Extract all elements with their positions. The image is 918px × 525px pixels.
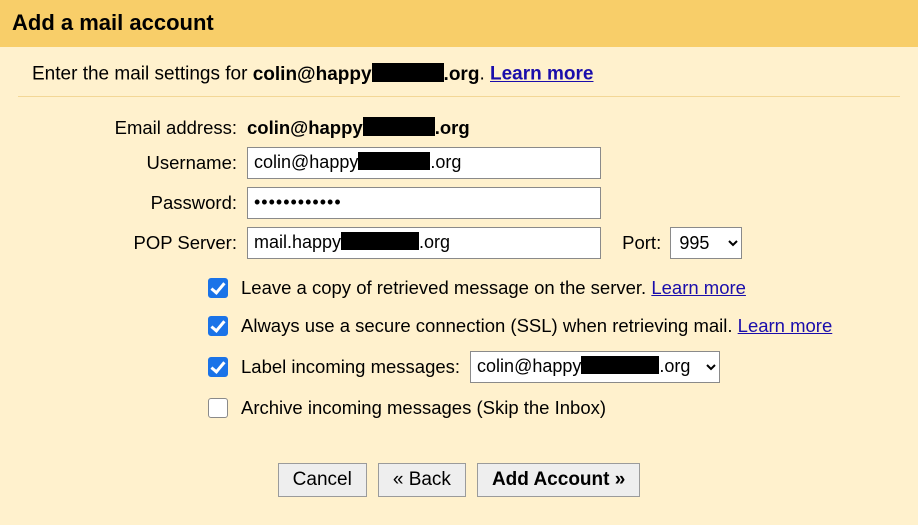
archive-label: Archive incoming messages (Skip the Inbo… (241, 397, 606, 419)
leave-copy-checkbox[interactable] (208, 278, 228, 298)
email-label: Email address: (18, 113, 243, 143)
back-button[interactable]: « Back (378, 463, 466, 497)
dialog-titlebar: Add a mail account (0, 0, 918, 47)
dialog-body: Enter the mail settings for colin@happy.… (0, 47, 918, 525)
label-messages-checkbox[interactable] (208, 357, 228, 377)
ssl-label: Always use a secure connection (SSL) whe… (241, 315, 738, 336)
ssl-option[interactable]: Always use a secure connection (SSL) whe… (204, 307, 900, 345)
learn-more-ssl[interactable]: Learn more (738, 315, 833, 336)
password-input[interactable] (247, 187, 601, 219)
separator (18, 96, 900, 97)
leave-copy-label: Leave a copy of retrieved message on the… (241, 277, 651, 298)
label-select[interactable] (470, 351, 720, 383)
ssl-checkbox[interactable] (208, 316, 228, 336)
archive-checkbox[interactable] (208, 398, 228, 418)
intro-text: Enter the mail settings for colin@happy.… (32, 63, 900, 86)
port-label: Port: (622, 232, 661, 253)
email-value: colin@happy.org (247, 117, 470, 138)
pop-server-input[interactable] (247, 227, 601, 259)
options-group: Leave a copy of retrieved message on the… (204, 269, 900, 427)
learn-more-link[interactable]: Learn more (490, 64, 593, 85)
pop-server-label: POP Server: (18, 223, 243, 264)
port-select[interactable]: 995 (670, 227, 742, 259)
intro-email: colin@happy.org (253, 64, 480, 85)
label-messages-label: Label incoming messages: (241, 356, 460, 378)
button-row: Cancel « Back Add Account » (18, 463, 900, 497)
redacted (363, 117, 435, 136)
learn-more-leave-copy[interactable]: Learn more (651, 277, 746, 298)
archive-option[interactable]: Archive incoming messages (Skip the Inbo… (204, 389, 900, 427)
add-mail-account-dialog: Add a mail account Enter the mail settin… (0, 0, 918, 523)
leave-copy-option[interactable]: Leave a copy of retrieved message on the… (204, 269, 900, 307)
settings-form: Email address: colin@happy.org Username:… (18, 113, 746, 264)
label-messages-option[interactable]: Label incoming messages: colin@happy.org (204, 345, 900, 389)
dialog-title: Add a mail account (12, 10, 906, 36)
intro-prefix: Enter the mail settings for (32, 64, 253, 85)
username-label: Username: (18, 143, 243, 183)
password-label: Password: (18, 183, 243, 223)
cancel-button[interactable]: Cancel (278, 463, 367, 497)
redacted (372, 63, 444, 82)
username-input[interactable] (247, 147, 601, 179)
add-account-button[interactable]: Add Account » (477, 463, 640, 497)
